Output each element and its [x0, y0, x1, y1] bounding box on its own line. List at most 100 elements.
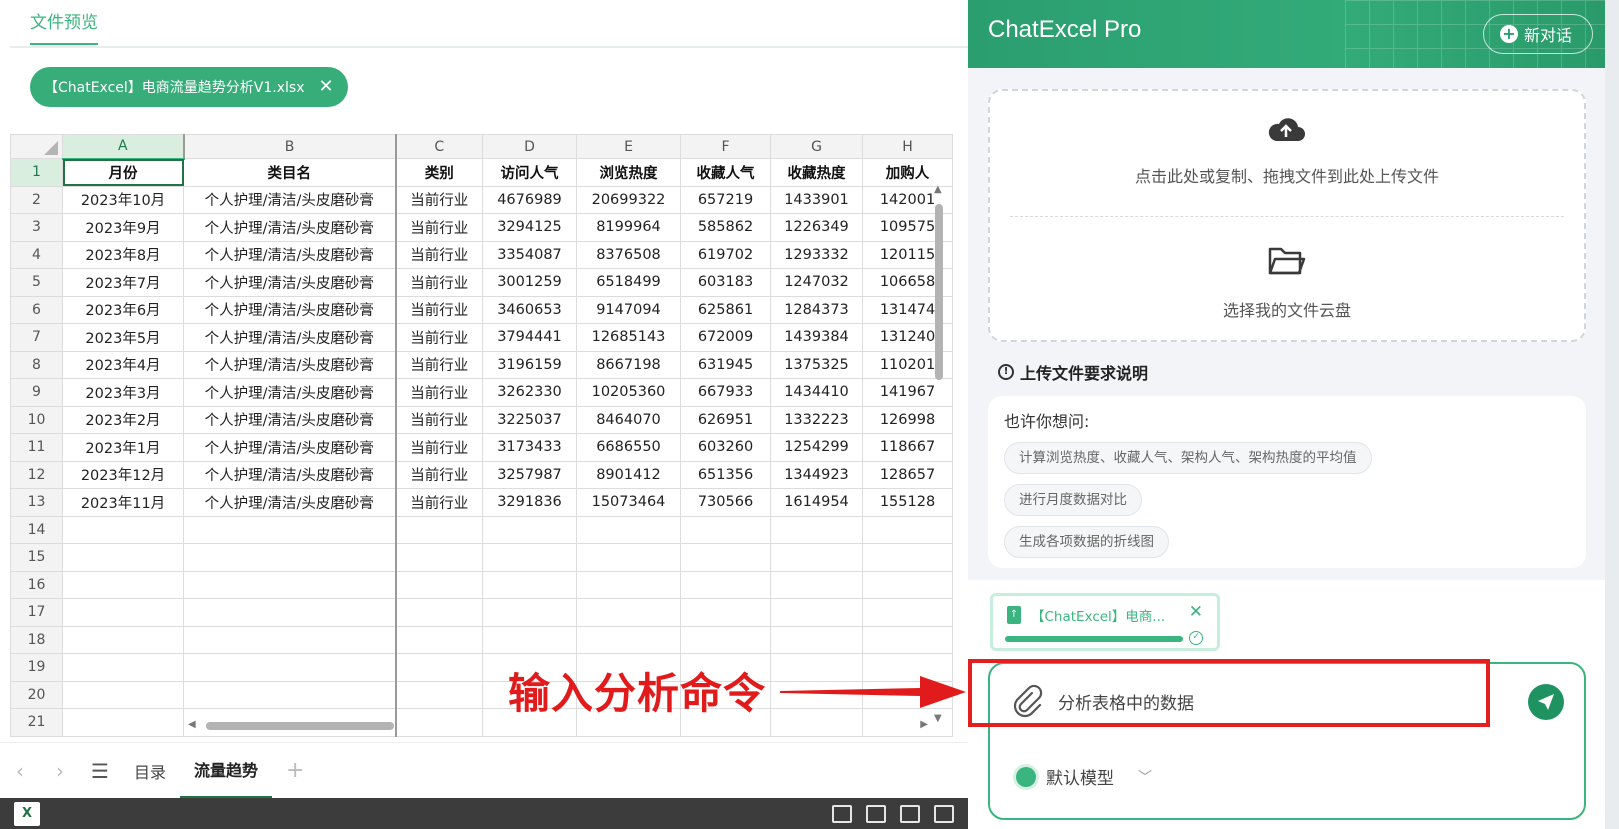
cell[interactable]: 个人护理/清洁/头皮磨砂膏	[183, 488, 397, 517]
cell[interactable]: 631945	[680, 350, 771, 379]
cell[interactable]: 8464070	[576, 405, 681, 434]
cell[interactable]: 3262330	[482, 378, 577, 407]
cell[interactable]	[482, 598, 577, 627]
cell[interactable]: 3794441	[482, 323, 577, 352]
add-sheet-icon[interactable]: +	[272, 758, 318, 783]
cell[interactable]	[62, 543, 184, 572]
cell[interactable]: 收藏人气	[680, 158, 771, 187]
cell[interactable]	[183, 515, 397, 544]
row-header[interactable]: 20	[10, 680, 63, 709]
row-header[interactable]: 12	[10, 460, 63, 489]
cell[interactable]	[183, 625, 397, 654]
row-header[interactable]: 2	[10, 185, 63, 214]
cell[interactable]: 3001259	[482, 268, 577, 297]
cell[interactable]: 8901412	[576, 460, 681, 489]
send-button[interactable]	[1528, 684, 1564, 720]
cell[interactable]	[770, 598, 863, 627]
cell[interactable]	[62, 680, 184, 709]
row-header[interactable]: 6	[10, 295, 63, 324]
row-header[interactable]: 19	[10, 653, 63, 682]
row-header[interactable]: 16	[10, 570, 63, 599]
upload-dropzone[interactable]: 点击此处或复制、拖拽文件到此处上传文件 选择我的文件云盘	[988, 89, 1586, 342]
cell[interactable]	[770, 543, 863, 572]
cell[interactable]: 当前行业	[395, 213, 483, 242]
cell[interactable]	[395, 625, 483, 654]
scroll-down-icon[interactable]: ▼	[934, 713, 942, 724]
cell[interactable]: 当前行业	[395, 405, 483, 434]
cell[interactable]: 2023年2月	[62, 405, 184, 434]
cell[interactable]: 626951	[680, 405, 771, 434]
suggestion-chip-line-chart[interactable]: 生成各项数据的折线图	[1004, 526, 1169, 558]
column-header-d[interactable]: D	[482, 134, 577, 159]
upload-requirements[interactable]: ! 上传文件要求说明	[998, 360, 1148, 384]
cell[interactable]: 个人护理/清洁/头皮磨砂膏	[183, 240, 397, 269]
scroll-up-icon[interactable]: ▲	[934, 184, 942, 195]
cell[interactable]: 3354087	[482, 240, 577, 269]
cell[interactable]	[482, 625, 577, 654]
attachment-card[interactable]: ↑ 【ChatExcel】电商... ✕ ✓	[990, 593, 1220, 651]
column-header-a[interactable]: A	[62, 134, 185, 160]
cell[interactable]	[482, 570, 577, 599]
vertical-scrollbar[interactable]: ▲ ▼	[932, 184, 946, 724]
cell[interactable]: 个人护理/清洁/头皮磨砂膏	[183, 405, 397, 434]
cell[interactable]: 4676989	[482, 185, 577, 214]
sheet-tab-catalog[interactable]: 目录	[120, 743, 180, 799]
sheet-menu-icon[interactable]: ☰	[80, 759, 120, 783]
cell[interactable]: 2023年3月	[62, 378, 184, 407]
cell[interactable]: 3173433	[482, 433, 577, 462]
cell[interactable]	[770, 515, 863, 544]
spreadsheet-grid[interactable]: ABCDEFGH 1 月份 类目名 类别 访问人气 浏览热度 收藏人气 收藏热度 加购人 2 202…	[10, 122, 968, 742]
scroll-right-icon[interactable]: ▶	[920, 719, 928, 730]
cell[interactable]: 个人护理/清洁/头皮磨砂膏	[183, 213, 397, 242]
cell[interactable]	[395, 570, 483, 599]
cell[interactable]: 1614954	[770, 488, 863, 517]
cell[interactable]: 1439384	[770, 323, 863, 352]
cell[interactable]: 当前行业	[395, 268, 483, 297]
cell[interactable]: 当前行业	[395, 488, 483, 517]
column-header-b[interactable]: B	[183, 134, 397, 159]
cell[interactable]	[680, 625, 771, 654]
cell[interactable]: 2023年11月	[62, 488, 184, 517]
row-header[interactable]: 4	[10, 240, 63, 269]
cell[interactable]: 个人护理/清洁/头皮磨砂膏	[183, 295, 397, 324]
cell[interactable]: 8667198	[576, 350, 681, 379]
cell[interactable]: 当前行业	[395, 378, 483, 407]
cell[interactable]: 603260	[680, 433, 771, 462]
next-sheet-icon[interactable]: ›	[40, 759, 80, 783]
cell[interactable]: 收藏热度	[770, 158, 863, 187]
row-header[interactable]: 5	[10, 268, 63, 297]
cell[interactable]	[770, 570, 863, 599]
row-header[interactable]: 10	[10, 405, 63, 434]
chevron-down-icon[interactable]: ﹀	[1138, 767, 1152, 787]
column-header-g[interactable]: G	[770, 134, 863, 159]
model-selector[interactable]: 默认模型 ﹀	[1016, 764, 1152, 789]
cell[interactable]	[183, 680, 397, 709]
cell[interactable]	[62, 708, 184, 737]
suggestion-chip-average[interactable]: 计算浏览热度、收藏人气、架构人气、架构热度的平均值	[1004, 442, 1372, 474]
cell[interactable]: 8199964	[576, 213, 681, 242]
cell[interactable]: 672009	[680, 323, 771, 352]
new-chat-button[interactable]: + 新对话	[1482, 14, 1593, 54]
cell[interactable]: 2023年7月	[62, 268, 184, 297]
cell[interactable]: 9147094	[576, 295, 681, 324]
cell[interactable]: 730566	[680, 488, 771, 517]
cell[interactable]: 月份	[62, 158, 184, 187]
row-header[interactable]: 7	[10, 323, 63, 352]
cell[interactable]: 6518499	[576, 268, 681, 297]
column-header-h[interactable]: H	[862, 134, 953, 159]
scroll-left-icon[interactable]: ◀	[188, 719, 196, 730]
cell[interactable]	[576, 625, 681, 654]
cell[interactable]: 个人护理/清洁/头皮磨砂膏	[183, 433, 397, 462]
cell[interactable]	[482, 543, 577, 572]
cell[interactable]: 3196159	[482, 350, 577, 379]
row-header[interactable]: 21	[10, 708, 63, 737]
column-header-e[interactable]: E	[576, 134, 681, 159]
row-header[interactable]: 15	[10, 543, 63, 572]
cell[interactable]: 625861	[680, 295, 771, 324]
cell[interactable]: 当前行业	[395, 323, 483, 352]
cell[interactable]	[62, 653, 184, 682]
cell[interactable]: 1332223	[770, 405, 863, 434]
cell[interactable]: 2023年8月	[62, 240, 184, 269]
cell[interactable]	[395, 598, 483, 627]
column-header-f[interactable]: F	[680, 134, 771, 159]
